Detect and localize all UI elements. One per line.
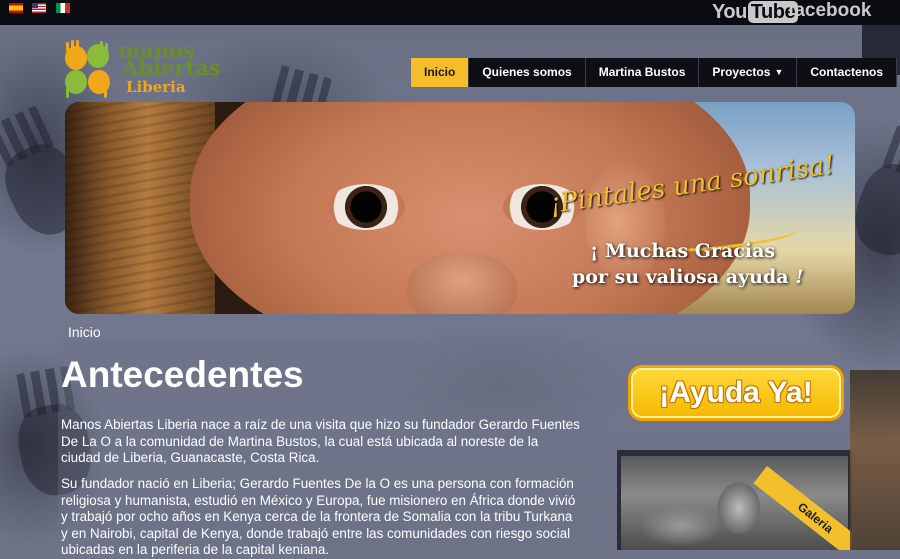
nav-item-contactenos[interactable]: Contactenos — [797, 58, 898, 87]
logo-text-abiertas: Abiertas — [122, 55, 221, 80]
nav-item-proyectos[interactable]: Proyectos ▼ — [699, 58, 798, 87]
nav-item-proyectos-label: Proyectos — [712, 65, 771, 79]
nav-item-quienes-somos[interactable]: Quienes somos — [469, 58, 586, 87]
facebook-link[interactable]: facebook — [788, 0, 871, 22]
side-photo — [850, 370, 900, 550]
banner-nose — [407, 252, 517, 314]
top-bar: You Tube facebook — [0, 0, 900, 25]
youtube-link[interactable]: You Tube — [712, 1, 799, 24]
banner-eye-left — [327, 184, 405, 230]
nav-item-martina-bustos[interactable]: Martina Bustos — [585, 58, 700, 87]
banner-thanks-line1: ¡ Muchas Gracias — [590, 240, 776, 262]
banner-thanks-line2-text: por su valiosa ayuda — [572, 266, 789, 288]
gallery-widget[interactable]: Galeria — [617, 450, 852, 550]
breadcrumb[interactable]: Inicio — [68, 324, 101, 340]
hands-logo-icon — [65, 40, 110, 98]
donate-button[interactable]: ¡Ayuda Ya! — [628, 365, 844, 421]
banner-thanks-line2: por su valiosa ayuda ! — [572, 266, 804, 288]
nav-item-inicio[interactable]: Inicio — [411, 58, 470, 87]
usa-flag-icon[interactable] — [32, 3, 46, 13]
spain-flag-icon[interactable] — [9, 3, 23, 13]
intro-paragraph: Manos Abiertas Liberia nace a raíz de un… — [61, 417, 580, 465]
site-logo[interactable]: manos Abiertas Liberia — [60, 38, 221, 102]
logo-text-liberia: Liberia — [126, 78, 186, 96]
page-title: Antecedentes — [61, 354, 304, 395]
italy-flag-icon[interactable] — [56, 3, 70, 13]
youtube-you-text: You — [712, 1, 747, 23]
founder-paragraph: Su fundador nació en Liberia; Gerardo Fu… — [61, 476, 576, 557]
main-nav: Inicio Quienes somos Martina Bustos Proy… — [411, 58, 898, 87]
banner-thanks-excl: ! — [795, 266, 804, 288]
caret-down-icon: ▼ — [774, 67, 784, 78]
